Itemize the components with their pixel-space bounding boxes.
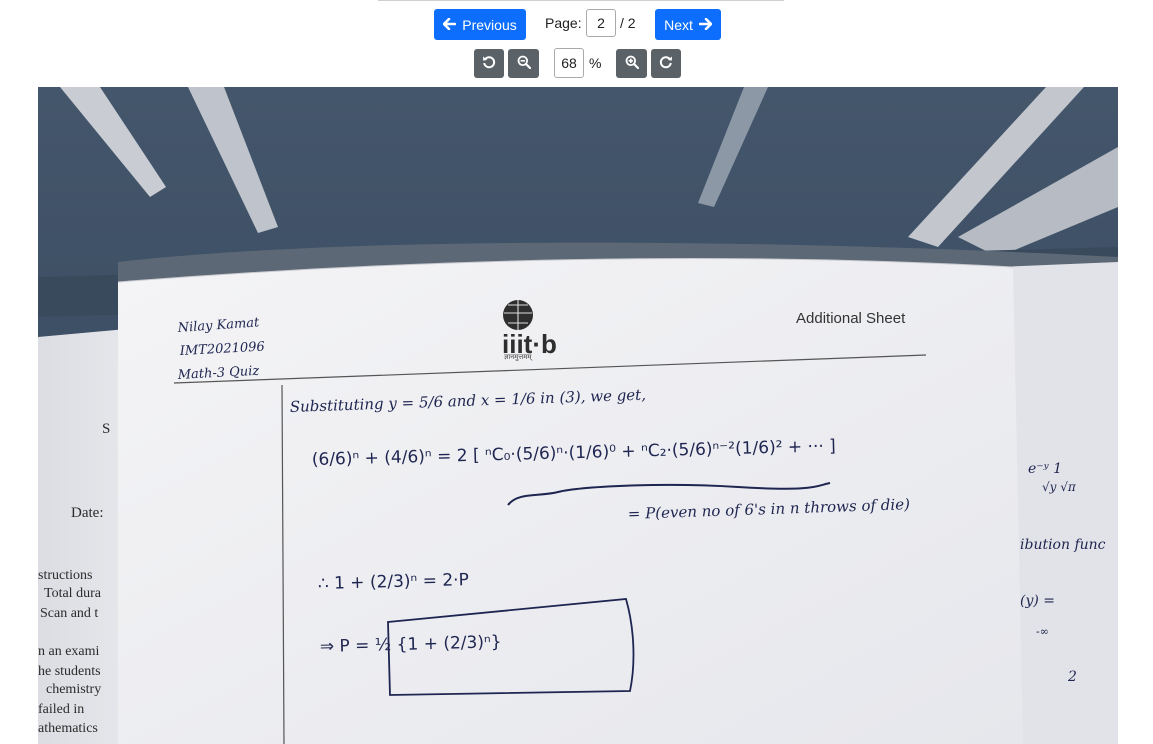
right-partial-2: ibution func [1020,537,1106,553]
previous-label: Previous [462,16,517,33]
left-partial-8: failed in [38,702,84,717]
zoom-out-icon [517,55,531,72]
left-partial-4: Scan and t [40,606,98,621]
zoom-unit: % [589,55,602,71]
solution-line-4: ∴ 1 + (2/3)ⁿ = 2·P [318,570,469,594]
left-partial-7: chemistry [46,682,101,697]
next-button[interactable]: Next [655,9,721,40]
document-viewer[interactable]: iiit·b ज्ञानमुत्तमम् Additional Sheet Ni… [38,87,1118,744]
arrow-right-icon [698,17,713,33]
right-partial-1: √y √π [1042,480,1077,494]
rotate-right-button[interactable] [651,49,681,78]
arrow-left-icon [442,17,457,33]
left-partial-1: Date: [71,505,103,521]
left-partial-3: Total dura [44,586,102,601]
left-partial-9: athematics [38,721,98,736]
left-partial-2: structions [38,568,92,583]
left-partial-5: n an exami [38,644,100,659]
zoom-in-button[interactable] [616,49,647,78]
rotate-left-button[interactable] [474,49,504,78]
right-partial-0: e⁻ʸ 1 [1028,461,1062,477]
left-partial-6: he students [38,664,101,679]
previous-button[interactable]: Previous [434,9,526,40]
page-label: Page: [545,15,582,31]
logo-motto: ज्ञानमुत्तमम् [504,353,533,361]
zoom-in-icon [625,55,639,72]
page-total: / 2 [620,15,636,31]
scanned-page-image: iiit·b ज्ञानमुत्तमम् Additional Sheet Ni… [38,87,1118,744]
additional-sheet-title: Additional Sheet [796,310,906,327]
next-label: Next [664,16,693,33]
rotate-right-icon [659,55,673,72]
page-number-input[interactable] [586,9,616,37]
zoom-input[interactable] [554,48,584,78]
right-partial-3: (y) = [1020,593,1055,609]
right-partial-4: -∞ [1036,625,1049,638]
zoom-out-button[interactable] [508,49,539,78]
toolbar-divider [378,0,784,1]
rotate-left-icon [482,55,496,72]
left-partial-0: S [102,421,110,437]
right-partial-5: 2 [1067,669,1077,685]
